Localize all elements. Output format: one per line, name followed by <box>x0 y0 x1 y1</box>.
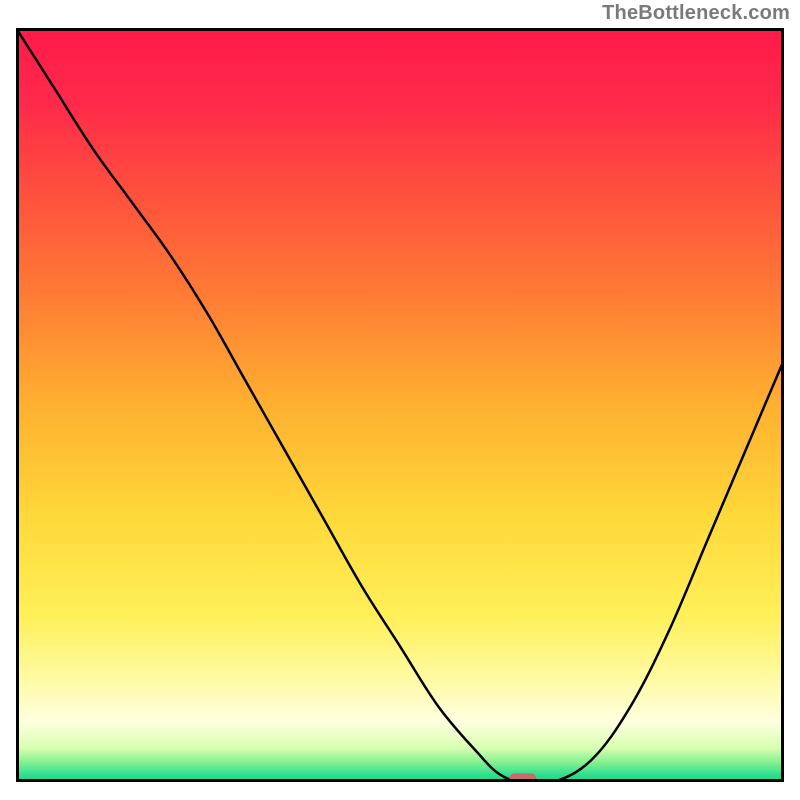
plot-area <box>16 28 784 782</box>
gradient-fill <box>16 28 784 782</box>
chart-svg <box>16 28 784 782</box>
attribution-label: TheBottleneck.com <box>602 2 790 25</box>
chart-container: TheBottleneck.com <box>0 0 800 800</box>
